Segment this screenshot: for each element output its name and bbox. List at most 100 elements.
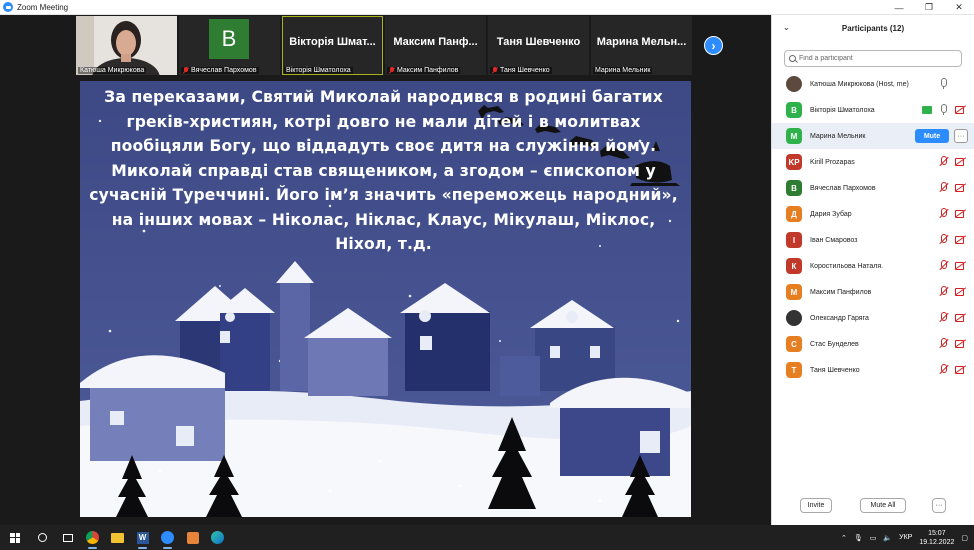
participant-row[interactable]: В Вікторія Шматолоха [772,97,974,123]
video-off-icon[interactable] [955,234,966,245]
avatar: В [786,102,802,118]
more-options-button[interactable]: ··· [954,129,968,143]
word-icon[interactable]: W [130,525,155,550]
video-tile[interactable]: B Вячеслав Пархомов [179,16,280,75]
participant-row[interactable]: М Максим Панфилов [772,279,974,305]
avatar: С [786,336,802,352]
volume-icon[interactable]: 🔈 [883,534,892,542]
participant-status-icons [938,156,966,167]
windows-logo-icon [10,532,20,543]
video-off-icon[interactable] [955,104,966,115]
close-icon[interactable]: ✕ [944,0,974,15]
muted-mic-icon[interactable] [938,312,949,323]
chevron-down-icon[interactable]: ⌄ [783,23,790,32]
zoom-icon[interactable] [155,525,180,550]
mic-icon[interactable] [938,104,949,115]
chrome-icon[interactable] [80,525,105,550]
system-tray: ⌃ 🎙 ▭ 🔈 УКР 15:07 19.12.2022 ▢ [841,525,968,550]
search-icon[interactable] [30,525,55,550]
participant-name: Іван Смаровоз [810,236,858,244]
muted-mic-icon [492,67,498,74]
muted-mic-icon[interactable] [938,208,949,219]
keyboard-language[interactable]: УКР [899,534,912,541]
participant-row[interactable]: К Коростильова Наталя. [772,253,974,279]
participant-row[interactable]: М Марина Мельник Mute ··· [772,123,974,149]
file-explorer-icon[interactable] [105,525,130,550]
muted-mic-icon[interactable] [938,156,949,167]
mute-all-button[interactable]: Mute All [860,498,906,513]
tile-name-label: Максим Панфилов [387,67,461,74]
participant-row[interactable]: В Вячеслав Пархомов [772,175,974,201]
microphone-icon[interactable]: 🎙 [854,534,863,542]
tile-big-name: Максим Панф... [393,36,478,48]
maximize-icon[interactable]: ❐ [914,0,944,15]
video-tile[interactable]: Таня Шевченко Таня Шевченко [488,16,589,75]
participant-row[interactable]: Д Дария Зубар [772,201,974,227]
screen-share-icon [922,106,932,114]
network-icon[interactable]: ▭ [870,534,877,542]
avatar: І [786,232,802,248]
video-off-icon[interactable] [955,208,966,219]
participant-name: Дария Зубар [810,210,852,218]
video-off-icon[interactable] [955,156,966,167]
avatar: B [209,19,249,59]
task-view-icon[interactable] [55,525,80,550]
participant-search[interactable] [784,50,962,67]
participant-row[interactable]: С Стас Бунделев [772,331,974,357]
participant-name: Вікторія Шматолоха [810,106,875,114]
muted-mic-icon[interactable] [938,286,949,297]
video-off-icon[interactable] [955,364,966,375]
avatar: К [786,258,802,274]
notifications-icon[interactable]: ▢ [961,534,968,542]
video-tile[interactable]: Максим Панф... Максим Панфилов [385,16,486,75]
mute-participant-button[interactable]: Mute [915,129,949,143]
tile-name-label: Таня Шевченко [490,67,552,74]
media-player-icon[interactable] [180,525,205,550]
participant-list: Катюша Микрюкова (Host, me) В Вікторія Шма… [772,71,974,383]
chevron-up-icon[interactable]: ⌃ [841,534,847,542]
participants-panel: ⌄ Participants (12) Катюша Микрюкова (Ho… [771,15,974,525]
video-tile-active-speaker[interactable]: Вікторія Шмат... Вікторія Шматолоха [282,16,383,75]
participant-status-icons [938,364,966,375]
muted-mic-icon[interactable] [938,338,949,349]
video-off-icon[interactable] [955,312,966,323]
participant-row[interactable]: Т Таня Шевченко [772,357,974,383]
muted-mic-icon[interactable] [938,234,949,245]
muted-mic-icon [183,67,189,74]
clock-time: 15:07 [928,529,946,537]
avatar: Т [786,362,802,378]
participant-name: Коростильова Наталя. [810,262,884,270]
video-off-icon[interactable] [955,286,966,297]
video-tile[interactable]: Катюша Микрюкова [76,16,177,75]
avatar [786,76,802,92]
muted-mic-icon[interactable] [938,260,949,271]
start-button[interactable] [0,525,30,550]
invite-button[interactable]: Invite [800,498,832,513]
video-off-icon[interactable] [955,182,966,193]
video-off-icon[interactable] [955,338,966,349]
avatar: М [786,128,802,144]
clock[interactable]: 15:07 19.12.2022 [919,529,954,547]
edge-icon[interactable] [205,525,230,550]
participant-row[interactable]: KP Kirill Prozapas [772,149,974,175]
participant-row[interactable]: І Іван Смаровоз [772,227,974,253]
muted-mic-icon[interactable] [938,364,949,375]
zoom-logo-icon [3,2,13,12]
muted-mic-icon[interactable] [938,182,949,193]
tile-big-name: Вікторія Шмат... [289,36,376,48]
search-input[interactable] [799,55,949,62]
tile-big-name: Таня Шевченко [496,36,581,48]
more-options-button[interactable]: ··· [932,498,946,513]
participant-row[interactable]: Катюша Микрюкова (Host, me) [772,71,974,97]
minimize-icon[interactable]: — [884,0,914,15]
mic-icon[interactable] [938,78,949,89]
participant-name: Марина Мельник [810,132,866,140]
participant-status-icons [938,312,966,323]
participant-status-icons [938,234,966,245]
video-off-icon[interactable] [955,260,966,271]
participants-footer: Invite Mute All ··· [772,498,974,514]
video-tile[interactable]: Марина Мельн... Марина Мельник [591,16,692,75]
next-page-arrow-icon[interactable]: › [704,36,723,55]
participant-row[interactable]: Олександр Гаряга [772,305,974,331]
